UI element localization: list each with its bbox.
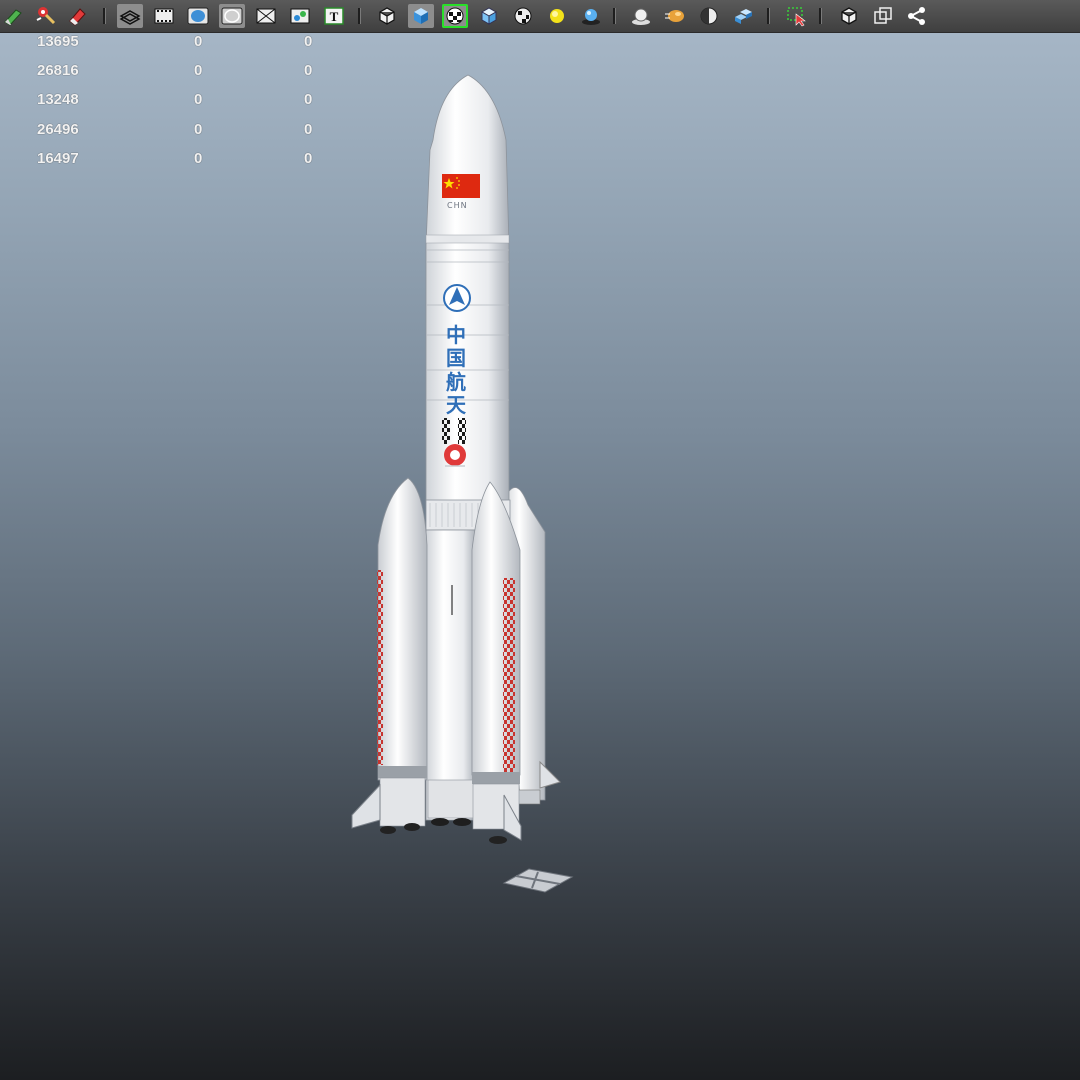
hud-row: 13248 0 0 [0,91,330,111]
frame-all-icon[interactable] [870,4,896,28]
hud-value: 0 [194,91,203,108]
hud-value: 26816 [37,62,79,79]
wireframe-cube-icon[interactable] [374,4,400,28]
booster-left[interactable] [351,477,428,834]
rocket-logo-char-4: 天 [446,393,466,417]
film-gate-icon[interactable] [151,4,177,28]
shadows-sphere-icon[interactable] [578,4,604,28]
hud-value: 0 [194,121,203,138]
motion-blur-icon[interactable] [662,4,688,28]
toolbar-separator [102,6,106,26]
long-march-logo-icon [444,444,466,467]
hud-value: 0 [304,33,313,50]
uv-texture-icon[interactable] [287,4,313,28]
selection-marquee-icon[interactable] [783,4,809,28]
hud-value: 16497 [37,150,79,167]
hud-row: 13695 0 0 [0,33,330,53]
share-icon[interactable] [904,4,930,28]
sculpt-brush-icon[interactable] [32,4,58,28]
rocket-logo-char-3: 航 [446,370,466,394]
checker-texture-icon[interactable] [442,4,468,28]
ground-marker [502,868,574,893]
textured-cube-icon[interactable] [476,4,502,28]
isolate-select-icon[interactable] [730,4,756,28]
3d-viewport[interactable]: CHN 中 国 航 天 [0,33,1080,1080]
half-sphere-icon[interactable] [696,4,722,28]
hud-value: 0 [304,62,313,79]
rocket-logo-char-2: 国 [446,346,466,370]
hud-value: 13248 [37,91,79,108]
hud-value: 0 [304,91,313,108]
xray-shade-icon[interactable] [219,4,245,28]
booster-front-right[interactable] [471,481,522,844]
toolbar-separator [766,6,770,26]
hud-value: 26496 [37,121,79,138]
text-tool-icon[interactable]: T [321,4,347,28]
toolbar-separator [612,6,616,26]
smooth-shade-icon[interactable] [185,4,211,28]
hud-value: 0 [194,62,203,79]
wireframe-shade-icon[interactable] [117,4,143,28]
rocket-model[interactable] [0,33,1080,1080]
modeling-toolkit-icon[interactable] [0,4,26,28]
toolbar-separator [357,6,361,26]
rocket-country-label: CHN [447,201,468,210]
ambient-occlusion-icon[interactable] [628,4,654,28]
checker-ball-icon[interactable] [510,4,536,28]
hud-value: 0 [304,150,313,167]
eraser-icon[interactable] [64,4,90,28]
rocket-logo-char-1: 中 [446,323,466,347]
default-light-icon[interactable] [544,4,570,28]
hud-value: 13695 [37,33,79,50]
hud-row: 26496 0 0 [0,121,330,141]
hud-value: 0 [194,150,203,167]
shaded-cube-icon[interactable] [408,4,434,28]
hud-value: 0 [194,33,203,50]
hud-row: 16497 0 0 [0,150,330,170]
bounding-box-icon[interactable] [836,4,862,28]
backface-culling-icon[interactable] [253,4,279,28]
hud-row: 26816 0 0 [0,62,330,82]
toolbar-separator [818,6,822,26]
toolbar: T [0,0,1080,33]
cnsa-logo-icon [443,284,471,312]
hud-value: 0 [304,121,313,138]
svg-text:T: T [330,9,339,24]
